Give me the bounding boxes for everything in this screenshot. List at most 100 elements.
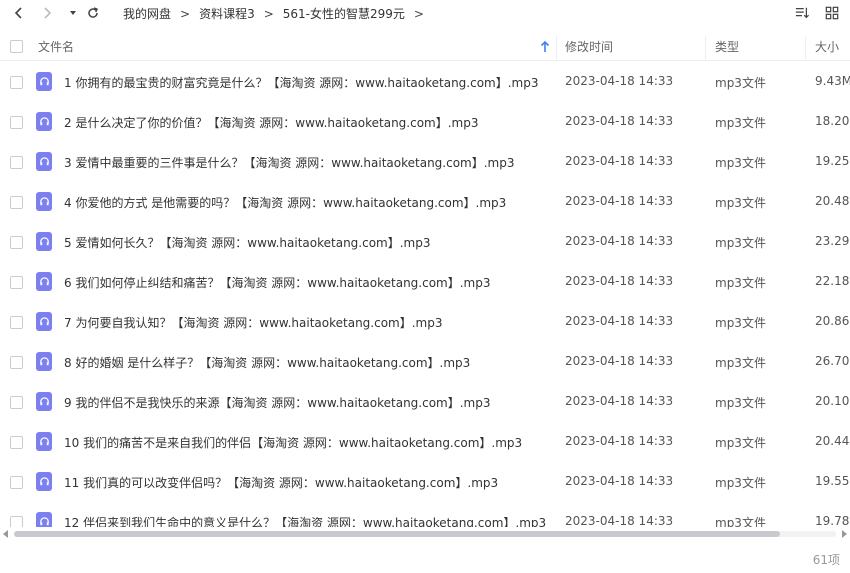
file-modified: 2023-04-18 14:33 [565,434,674,448]
column-header-modified[interactable]: 修改时间 [565,33,613,61]
breadcrumb-item-current[interactable]: 561-女性的智慧299元 [283,5,405,22]
row-checkbox[interactable] [10,76,23,89]
scroll-right-icon[interactable] [842,530,847,538]
headphones-icon [36,192,52,211]
file-name[interactable]: 8 好的婚姻 是什么样子？【海淘资 源网：www.haitaoketang.co… [64,354,470,371]
select-all-checkbox[interactable] [10,40,23,53]
file-row[interactable]: 7 为何要自我认知？【海淘资 源网：www.haitaoketang.com】.… [0,302,850,342]
column-header-name[interactable]: 文件名 [38,33,74,61]
column-divider[interactable] [805,36,806,60]
breadcrumb-item-root[interactable]: 我的网盘 [123,5,171,22]
file-modified: 2023-04-18 14:33 [565,74,674,88]
file-size: 19.55 [815,474,850,488]
headphones-icon [36,72,52,91]
file-type: mp3文件 [715,516,766,527]
file-row[interactable]: 11 我们真的可以改变伴侣吗？【海淘资 源网：www.haitaoketang.… [0,462,850,502]
file-size: 20.44 [815,434,850,448]
headphones-icon [36,152,52,171]
item-count: 61项 [812,553,840,567]
row-checkbox[interactable] [10,196,23,209]
file-size: 20.10 [815,394,850,408]
file-type: mp3文件 [715,196,766,210]
refresh-icon[interactable] [82,2,104,24]
file-name[interactable]: 1 你拥有的最宝贵的财富究竟是什么？【海淘资 源网：www.haitaoketa… [64,74,539,91]
row-checkbox[interactable] [10,356,23,369]
history-dropdown-icon[interactable] [62,2,84,24]
breadcrumb-separator: > [180,6,191,21]
file-row[interactable]: 5 爱情如何长久？【海淘资 源网：www.haitaoketang.com】.m… [0,222,850,262]
breadcrumb-separator: > [413,6,424,21]
column-header-size[interactable]: 大小 [815,33,839,61]
headphones-icon [36,392,52,411]
file-name[interactable]: 5 爱情如何长久？【海淘资 源网：www.haitaoketang.com】.m… [64,234,431,251]
sort-menu-icon[interactable] [792,3,812,23]
breadcrumb: 我的网盘 > 资料课程3 > 561-女性的智慧299元 > [123,5,433,22]
file-size: 23.29 [815,234,850,248]
file-row[interactable]: 3 爱情中最重要的三件事是什么？【海淘资 源网：www.haitaoketang… [0,142,850,182]
file-size: 19.25 [815,154,850,168]
file-name[interactable]: 2 是什么决定了你的价值？【海淘资 源网：www.haitaoketang.co… [64,114,479,131]
headphones-icon [36,312,52,331]
column-divider[interactable] [705,36,706,60]
file-name[interactable]: 9 我的伴侣不是我快乐的来源【海淘资 源网：www.haitaoketang.c… [64,394,491,411]
top-toolbar: 我的网盘 > 资料课程3 > 561-女性的智慧299元 > [0,0,850,26]
row-checkbox[interactable] [10,516,23,527]
file-name[interactable]: 4 你爱他的方式 是他需要的吗？【海淘资 源网：www.haitaoketang… [64,194,506,211]
file-row[interactable]: 8 好的婚姻 是什么样子？【海淘资 源网：www.haitaoketang.co… [0,342,850,382]
headphones-icon [36,232,52,251]
file-type: mp3文件 [715,116,766,130]
file-row[interactable]: 9 我的伴侣不是我快乐的来源【海淘资 源网：www.haitaoketang.c… [0,382,850,422]
file-modified: 2023-04-18 14:33 [565,514,674,527]
file-row[interactable]: 10 我们的痛苦不是来自我们的伴侣【海淘资 源网：www.haitaoketan… [0,422,850,462]
row-checkbox[interactable] [10,276,23,289]
file-modified: 2023-04-18 14:33 [565,194,674,208]
file-name[interactable]: 12 伴侣来到我们生命中的意义是什么？【海淘资 源网：www.haitaoket… [64,514,546,527]
file-modified: 2023-04-18 14:33 [565,274,674,288]
row-checkbox[interactable] [10,156,23,169]
file-row[interactable]: 2 是什么决定了你的价值？【海淘资 源网：www.haitaoketang.co… [0,102,850,142]
file-size: 9.43M [815,74,850,88]
file-modified: 2023-04-18 14:33 [565,234,674,248]
sort-ascending-icon[interactable] [540,40,550,56]
file-size: 18.20 [815,114,850,128]
file-name[interactable]: 10 我们的痛苦不是来自我们的伴侣【海淘资 源网：www.haitaoketan… [64,434,522,451]
scrollbar-thumb[interactable] [14,531,780,537]
back-icon[interactable] [8,2,30,24]
headphones-icon [36,272,52,291]
file-name[interactable]: 3 爱情中最重要的三件事是什么？【海淘资 源网：www.haitaoketang… [64,154,515,171]
scroll-left-icon[interactable] [3,530,8,538]
file-row[interactable]: 12 伴侣来到我们生命中的意义是什么？【海淘资 源网：www.haitaoket… [0,502,850,527]
column-header-type[interactable]: 类型 [715,33,739,61]
row-checkbox[interactable] [10,476,23,489]
file-type: mp3文件 [715,236,766,250]
file-name[interactable]: 11 我们真的可以改变伴侣吗？【海淘资 源网：www.haitaoketang.… [64,474,498,491]
file-size: 19.78 [815,514,850,527]
file-row[interactable]: 1 你拥有的最宝贵的财富究竟是什么？【海淘资 源网：www.haitaoketa… [0,62,850,102]
breadcrumb-separator: > [263,6,274,21]
headphones-icon [36,112,52,131]
file-row[interactable]: 4 你爱他的方式 是他需要的吗？【海淘资 源网：www.haitaoketang… [0,182,850,222]
file-row[interactable]: 6 我们如何停止纠结和痛苦？【海淘资 源网：www.haitaoketang.c… [0,262,850,302]
file-size: 26.70 [815,354,850,368]
forward-icon[interactable] [36,2,58,24]
column-divider[interactable] [556,36,557,60]
file-size: 20.86 [815,314,850,328]
breadcrumb-item-course[interactable]: 资料课程3 [199,5,255,22]
file-list: 1 你拥有的最宝贵的财富究竟是什么？【海淘资 源网：www.haitaoketa… [0,62,850,527]
file-type: mp3文件 [715,396,766,410]
row-checkbox[interactable] [10,396,23,409]
file-name[interactable]: 7 为何要自我认知？【海淘资 源网：www.haitaoketang.com】.… [64,314,443,331]
file-modified: 2023-04-18 14:33 [565,474,674,488]
headphones-icon [36,512,52,527]
row-checkbox[interactable] [10,236,23,249]
row-checkbox[interactable] [10,316,23,329]
grid-view-icon[interactable] [822,3,842,23]
headphones-icon [36,352,52,371]
file-size: 20.48 [815,194,850,208]
headphones-icon [36,432,52,451]
file-modified: 2023-04-18 14:33 [565,114,674,128]
file-name[interactable]: 6 我们如何停止纠结和痛苦？【海淘资 源网：www.haitaoketang.c… [64,274,491,291]
row-checkbox[interactable] [10,436,23,449]
horizontal-scrollbar[interactable] [0,528,850,540]
row-checkbox[interactable] [10,116,23,129]
